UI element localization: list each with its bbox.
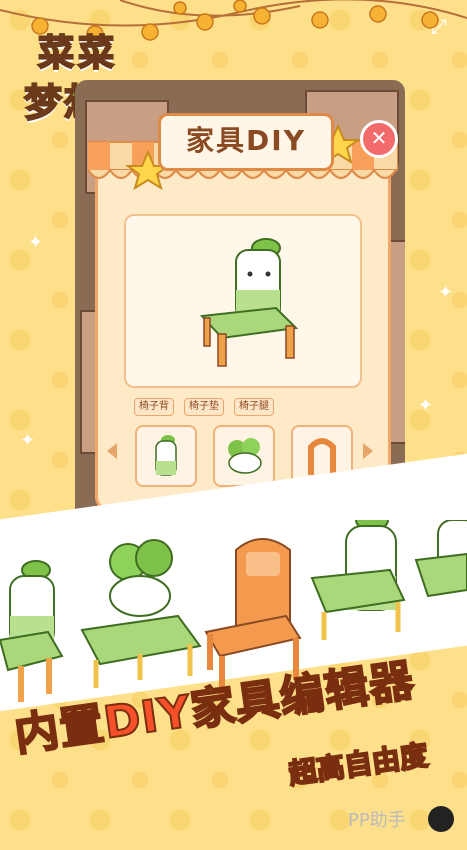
- sparkle-icon: ✦: [20, 430, 36, 451]
- logo-line-1: 菜菜: [37, 32, 119, 75]
- part-tag-cushion[interactable]: 椅子垫: [184, 398, 224, 416]
- watermark-text: PP助手: [348, 810, 406, 831]
- next-arrow-icon[interactable]: [363, 443, 373, 459]
- radish-chair: [310, 520, 406, 640]
- style-slot-radish[interactable]: [135, 425, 197, 487]
- close-icon: ✕: [370, 126, 388, 150]
- cabbage-chair: [80, 539, 202, 688]
- radish-chair: [0, 560, 64, 702]
- prev-arrow-icon[interactable]: [107, 443, 117, 459]
- expand-icon[interactable]: ⤢: [427, 14, 451, 38]
- sparkle-icon: ✦: [28, 232, 44, 253]
- watermark-logo-icon: [428, 806, 454, 832]
- slogan-diy: DIY: [100, 685, 196, 750]
- panel-title: 家具DIY: [158, 113, 334, 171]
- furniture-preview: [124, 214, 362, 388]
- style-slot-cabbage[interactable]: [213, 425, 275, 487]
- close-button[interactable]: ✕: [360, 120, 398, 158]
- part-tag-back[interactable]: 椅子背: [134, 398, 174, 416]
- cabbage-back-icon: [228, 438, 262, 474]
- radish-chair-preview: [199, 238, 299, 367]
- sparkle-icon: ✦: [438, 282, 454, 303]
- radish-back-icon: [155, 435, 177, 476]
- part-tags: 椅子背 椅子垫 椅子腿: [134, 394, 284, 416]
- slogan-prefix: 内置: [11, 697, 109, 762]
- sparkle-icon: ✦: [418, 395, 434, 416]
- game-screen: 菜菜 梦想家 ⤢ 家具DIY ✕: [0, 0, 467, 850]
- part-tag-legs[interactable]: 椅子腿: [234, 398, 274, 416]
- radish-chair: [414, 520, 467, 598]
